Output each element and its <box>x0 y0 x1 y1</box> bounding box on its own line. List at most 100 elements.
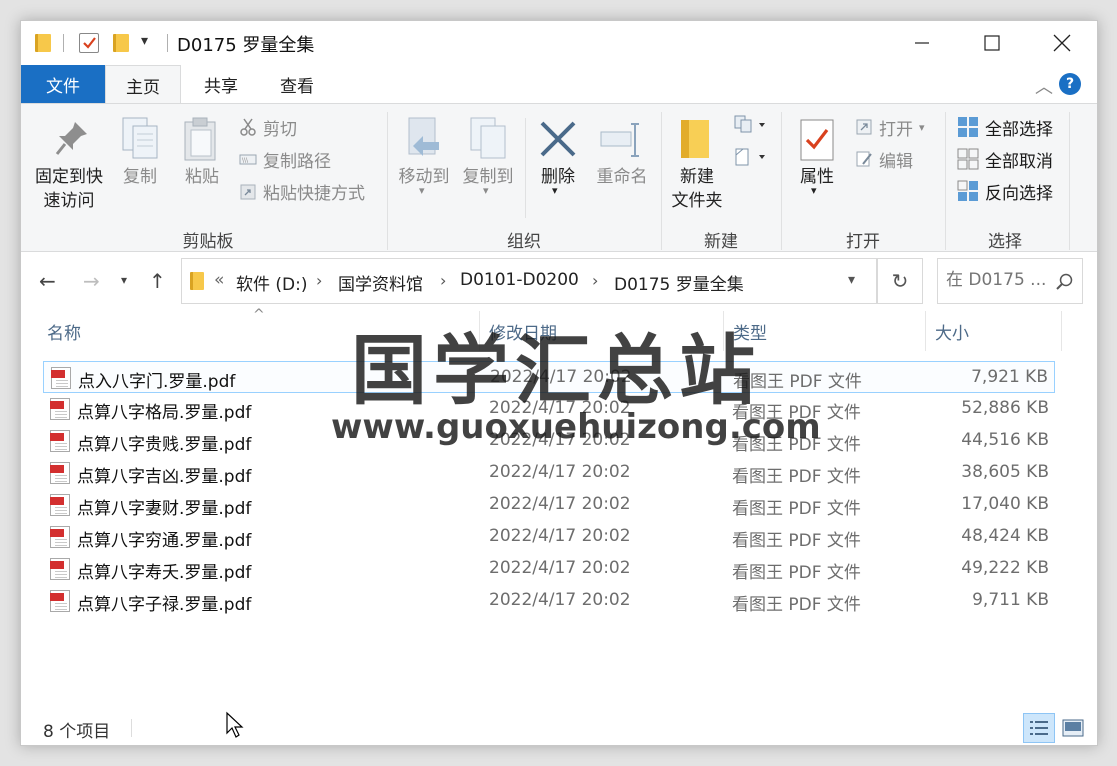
breadcrumb-overflow[interactable]: « <box>214 270 224 290</box>
file-row[interactable]: 点算八字子禄.罗量.pdf 2022/4/17 20:02 看图王 PDF 文件 9,… <box>43 585 1055 617</box>
sort-ascending-icon: ^ <box>253 307 265 323</box>
edit-button[interactable]: 编辑 <box>855 146 925 172</box>
pdf-file-icon <box>50 398 70 420</box>
file-row[interactable]: 点算八字吉凶.罗量.pdf 2022/4/17 20:02 看图王 PDF 文件 38… <box>43 457 1055 489</box>
open-button[interactable]: 打开 ▾ <box>855 114 925 140</box>
paste-shortcut-button[interactable]: 粘贴快捷方式 <box>239 178 365 204</box>
copy-label: 复制 <box>123 167 157 187</box>
up-arrow-icon[interactable]: ↑ <box>149 269 166 293</box>
breadcrumb-library[interactable]: 国学资料馆 <box>338 270 423 295</box>
pdf-badge <box>50 497 64 505</box>
window-title: D0175 罗量全集 <box>177 35 315 56</box>
clipboard-small-actions: 剪切 \\\ 复制路径 粘贴快捷方式 <box>239 114 365 204</box>
file-type: 看图王 PDF 文件 <box>732 595 861 615</box>
breadcrumb-range[interactable]: D0101-D0200 <box>460 270 579 290</box>
new-item-button[interactable] <box>733 114 767 140</box>
large-icons-view-button[interactable] <box>1057 713 1089 743</box>
new-item-icon <box>734 115 765 133</box>
pdf-file-icon <box>51 367 71 389</box>
select-all-button[interactable]: 全部选择 <box>957 114 1053 140</box>
copy-to-icon <box>470 117 506 159</box>
column-separator[interactable] <box>925 311 926 351</box>
file-row[interactable]: 点算八字寿夭.罗量.pdf 2022/4/17 20:02 看图王 PDF 文件 49… <box>43 553 1055 585</box>
maximize-button[interactable] <box>957 21 1027 65</box>
properties-label: 属性 <box>800 167 834 187</box>
file-name: 点算八字子禄.罗量.pdf <box>77 595 252 615</box>
search-input[interactable] <box>946 270 1052 290</box>
refresh-icon: ↻ <box>891 269 909 293</box>
tab-home[interactable]: 主页 <box>105 65 181 104</box>
pin-label: 固定到快 <box>35 167 103 187</box>
column-size[interactable]: 大小 <box>935 319 969 347</box>
folder-icon <box>190 272 204 290</box>
cut-button[interactable]: 剪切 <box>239 114 365 140</box>
select-all-icon <box>958 117 978 137</box>
easy-access-icon <box>735 148 765 166</box>
easy-access-button[interactable] <box>733 146 767 172</box>
organize-group-label: 组织 <box>507 232 541 252</box>
chevron-right-icon[interactable]: › <box>316 271 322 290</box>
address-bar[interactable]: « 软件 (D:) › 国学资料馆 › D0101-D0200 › D0175 … <box>181 258 877 304</box>
new-folder-icon[interactable] <box>113 34 129 52</box>
details-view-button[interactable] <box>1023 713 1055 743</box>
tab-view[interactable]: 查看 <box>259 65 335 103</box>
pdf-line <box>55 475 67 476</box>
select-none-button[interactable]: 全部取消 <box>957 146 1053 172</box>
select-all-label: 全部选择 <box>985 119 1053 140</box>
file-date: 2022/4/17 20:02 <box>489 462 631 482</box>
pdf-line <box>55 539 67 540</box>
breadcrumb-current[interactable]: D0175 罗量全集 <box>614 270 744 295</box>
close-button[interactable] <box>1027 21 1097 65</box>
file-row[interactable]: 点算八字穷通.罗量.pdf 2022/4/17 20:02 看图王 PDF 文件 48… <box>43 521 1055 553</box>
pdf-line <box>55 574 67 575</box>
pdf-line <box>55 417 67 418</box>
collapse-ribbon-chevron-icon[interactable]: ︿ <box>1035 73 1053 99</box>
search-box[interactable] <box>937 258 1083 304</box>
folder-icon <box>35 34 51 52</box>
recent-locations-chevron-icon[interactable]: ▾ <box>121 273 127 287</box>
minimize-icon <box>915 42 929 44</box>
column-separator[interactable] <box>1061 311 1062 351</box>
pdf-line <box>55 571 67 572</box>
customize-quick-access-icon[interactable]: ▾ <box>141 33 148 49</box>
breadcrumb-drive[interactable]: 软件 (D:) <box>236 270 308 295</box>
pdf-file-icon <box>50 494 70 516</box>
back-arrow-icon[interactable]: ← <box>39 269 56 293</box>
tab-file[interactable]: 文件 <box>21 65 105 103</box>
column-name[interactable]: 名称 <box>47 319 81 347</box>
file-row[interactable]: 点算八字妻财.罗量.pdf 2022/4/17 20:02 看图王 PDF 文件 17… <box>43 489 1055 521</box>
pdf-badge <box>50 593 64 601</box>
file-name: 点算八字穷通.罗量.pdf <box>77 531 252 551</box>
delete-label: 删除 <box>541 167 575 187</box>
pdf-line <box>56 383 68 384</box>
watermark-url: www.guoxuehuizong.com <box>331 407 821 447</box>
maximize-icon <box>984 35 1000 51</box>
chevron-right-icon[interactable]: › <box>440 271 446 290</box>
file-size: 9,711 KB <box>972 590 1049 610</box>
copy-to-dropdown-icon: ▾ <box>483 184 489 197</box>
pdf-file-icon <box>50 590 70 612</box>
select-group-label: 选择 <box>988 232 1022 252</box>
copy-path-label: 复制路径 <box>263 151 331 172</box>
pdf-line <box>55 603 67 604</box>
invert-selection-button[interactable]: 反向选择 <box>957 178 1053 204</box>
minimize-button[interactable] <box>887 21 957 65</box>
properties-icon <box>800 119 834 161</box>
new-folder-label-2: 文件夹 <box>671 191 723 211</box>
copy-path-button[interactable]: \\\ 复制路径 <box>239 146 365 172</box>
separator <box>525 118 526 218</box>
refresh-button[interactable]: ↻ <box>877 258 923 304</box>
file-size: 44,516 KB <box>961 430 1049 450</box>
pdf-file-icon <box>50 558 70 580</box>
address-dropdown-icon[interactable]: ▾ <box>848 272 855 288</box>
tab-share[interactable]: 共享 <box>183 65 259 103</box>
rename-label: 重命名 <box>596 167 648 187</box>
watermark-title: 国学汇总站 <box>351 326 761 415</box>
chevron-right-icon[interactable]: › <box>592 271 598 290</box>
properties-icon[interactable] <box>79 33 99 53</box>
search-icon <box>1056 273 1073 290</box>
new-folder-label: 新建 <box>680 167 714 187</box>
forward-arrow-icon[interactable]: → <box>83 269 100 293</box>
file-type: 看图王 PDF 文件 <box>732 467 861 487</box>
help-icon[interactable]: ? <box>1059 73 1081 95</box>
